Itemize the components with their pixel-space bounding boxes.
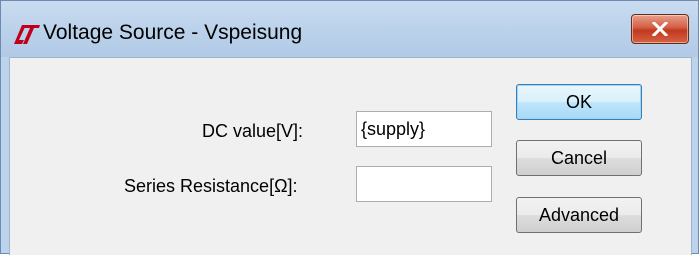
close-button[interactable]: [631, 14, 689, 44]
title-bar[interactable]: Voltage Source - Vspeisung: [1, 1, 698, 57]
series-resistance-label: Series Resistance[Ω]:: [124, 176, 298, 196]
ok-button[interactable]: OK: [516, 84, 642, 120]
dialog-window: Voltage Source - Vspeisung DC value[V]: …: [0, 0, 699, 255]
dialog-body: DC value[V]: Series Resistance[Ω]: OK Ca…: [9, 57, 692, 255]
cancel-button[interactable]: Cancel: [516, 140, 642, 176]
advanced-button[interactable]: Advanced: [516, 197, 642, 233]
dc-value-input[interactable]: [356, 111, 492, 147]
series-resistance-input[interactable]: [356, 166, 492, 202]
window-title: Voltage Source - Vspeisung: [43, 21, 303, 44]
dc-value-label: DC value[V]:: [202, 121, 304, 141]
close-icon: [652, 22, 668, 36]
ltspice-logo-icon: [14, 25, 40, 44]
